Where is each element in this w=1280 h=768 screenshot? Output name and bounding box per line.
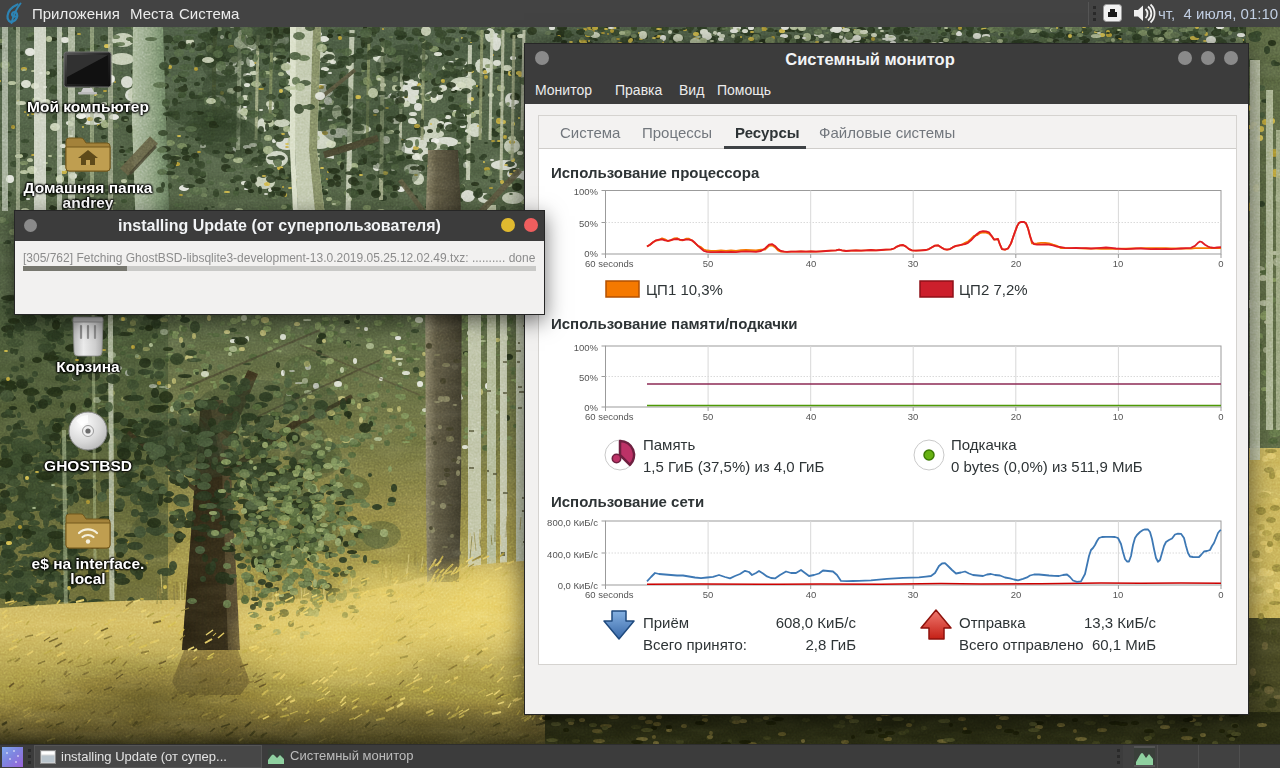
- svg-text:400,0 КиБ/с: 400,0 КиБ/с: [547, 549, 598, 560]
- svg-text:100%: 100%: [574, 186, 599, 197]
- svg-text:40: 40: [806, 411, 817, 422]
- svg-text:60 seconds: 60 seconds: [585, 258, 634, 269]
- svg-text:50: 50: [703, 258, 714, 269]
- svg-text:Всего принято:: Всего принято:: [643, 636, 747, 653]
- svg-text:Память: Память: [643, 436, 695, 453]
- svg-text:60 seconds: 60 seconds: [585, 411, 634, 422]
- svg-text:13,3 КиБ/с: 13,3 КиБ/с: [1084, 614, 1156, 631]
- svg-text:40: 40: [806, 258, 817, 269]
- svg-text:30: 30: [908, 589, 919, 600]
- svg-text:30: 30: [908, 411, 919, 422]
- svg-text:ЦП1 10,3%: ЦП1 10,3%: [646, 281, 723, 298]
- svg-text:0: 0: [1218, 589, 1223, 600]
- svg-text:ЦП2 7,2%: ЦП2 7,2%: [959, 281, 1028, 298]
- svg-text:Всего отправлено: Всего отправлено: [959, 636, 1084, 653]
- svg-text:30: 30: [908, 258, 919, 269]
- svg-text:20: 20: [1011, 411, 1022, 422]
- svg-text:50%: 50%: [579, 372, 599, 383]
- svg-text:0: 0: [1218, 411, 1223, 422]
- svg-text:20: 20: [1011, 258, 1022, 269]
- svg-text:50%: 50%: [579, 218, 599, 229]
- svg-text:Использование процессора: Использование процессора: [551, 164, 760, 181]
- svg-text:10: 10: [1113, 411, 1124, 422]
- svg-text:1,5 ГиБ (37,5%) из 4,0 ГиБ: 1,5 ГиБ (37,5%) из 4,0 ГиБ: [643, 458, 824, 475]
- svg-text:20: 20: [1011, 589, 1022, 600]
- svg-text:0: 0: [1218, 258, 1223, 269]
- svg-text:2,8 ГиБ: 2,8 ГиБ: [805, 636, 856, 653]
- svg-text:50: 50: [703, 411, 714, 422]
- svg-text:Подкачка: Подкачка: [951, 436, 1017, 453]
- svg-text:50: 50: [703, 589, 714, 600]
- svg-text:800,0 КиБ/с: 800,0 КиБ/с: [547, 517, 598, 528]
- svg-text:608,0 КиБ/с: 608,0 КиБ/с: [776, 614, 857, 631]
- svg-text:10: 10: [1113, 589, 1124, 600]
- svg-text:100%: 100%: [574, 342, 599, 353]
- svg-text:0 bytes (0,0%) из 511,9 МиБ: 0 bytes (0,0%) из 511,9 МиБ: [951, 458, 1143, 475]
- svg-text:10: 10: [1113, 258, 1124, 269]
- svg-text:Использование сети: Использование сети: [551, 493, 704, 510]
- svg-text:Использование памяти/подкачки: Использование памяти/подкачки: [551, 315, 798, 332]
- svg-text:60,1 МиБ: 60,1 МиБ: [1092, 636, 1156, 653]
- svg-text:Приём: Приём: [643, 614, 689, 631]
- svg-text:Отправка: Отправка: [959, 614, 1026, 631]
- svg-text:60 seconds: 60 seconds: [585, 589, 634, 600]
- svg-text:40: 40: [806, 589, 817, 600]
